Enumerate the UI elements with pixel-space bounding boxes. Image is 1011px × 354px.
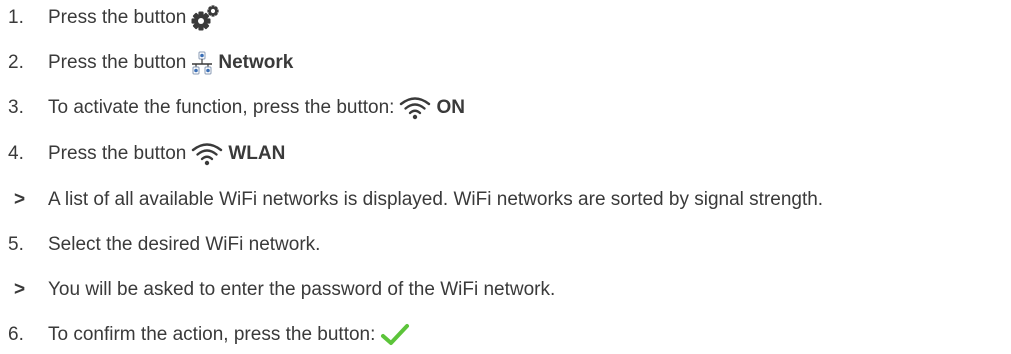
on-label: ON bbox=[436, 97, 465, 118]
instruction-steps: 1. Press the button 2. Press the button … bbox=[0, 0, 1011, 354]
result-text: You will be asked to enter the password … bbox=[48, 279, 556, 300]
step-number: 3. bbox=[8, 97, 24, 118]
step-text: To activate the function, press the butt… bbox=[48, 97, 395, 118]
step-text: Select the desired WiFi network. bbox=[48, 234, 321, 255]
step-text: To confirm the action, press the button: bbox=[48, 324, 376, 345]
step-number: 6. bbox=[8, 324, 24, 345]
network-icon bbox=[191, 51, 213, 75]
settings-gears-icon bbox=[191, 5, 221, 31]
step-5: 5. Select the desired WiFi network. bbox=[0, 230, 320, 260]
network-label: Network bbox=[218, 52, 294, 73]
result-text: A list of all available WiFi networks is… bbox=[48, 189, 824, 210]
step-text: Press the button bbox=[48, 143, 187, 164]
result-marker: > bbox=[14, 189, 26, 210]
step-number: 2. bbox=[8, 52, 24, 73]
step-2: 2. Press the button Network bbox=[0, 48, 293, 78]
step-number: 4. bbox=[8, 143, 24, 164]
result-marker: > bbox=[14, 279, 26, 300]
step-6: 6. To confirm the action, press the butt… bbox=[0, 320, 410, 350]
result-line: > You will be asked to enter the passwor… bbox=[0, 275, 555, 305]
wifi-icon bbox=[399, 96, 431, 120]
step-number: 1. bbox=[8, 7, 24, 28]
checkmark-icon bbox=[380, 323, 410, 347]
wlan-label: WLAN bbox=[228, 143, 286, 164]
wifi-icon bbox=[191, 142, 223, 166]
result-line: > A list of all available WiFi networks … bbox=[0, 185, 823, 215]
step-4: 4. Press the button WLAN bbox=[0, 139, 285, 169]
step-text: Press the button bbox=[48, 52, 187, 73]
step-1: 1. Press the button bbox=[0, 3, 221, 33]
step-3: 3. To activate the function, press the b… bbox=[0, 93, 465, 123]
step-text: Press the button bbox=[48, 7, 187, 28]
step-number: 5. bbox=[8, 234, 24, 255]
